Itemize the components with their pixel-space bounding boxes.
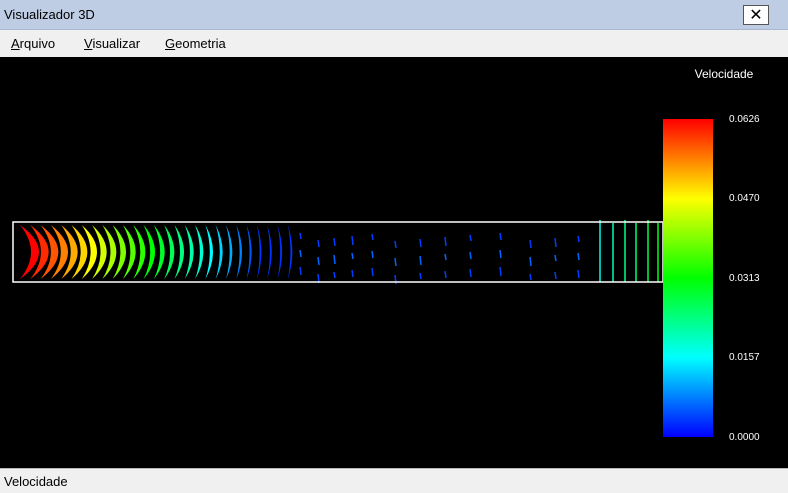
velocity-vector bbox=[267, 225, 272, 279]
velocity-vector bbox=[236, 225, 242, 279]
velocity-vector bbox=[153, 225, 165, 279]
velocity-vector bbox=[215, 225, 223, 279]
3d-viewport[interactable]: Velocidade 0.0626 0.0470 0.0313 0.0157 0… bbox=[0, 57, 788, 468]
close-button[interactable]: ✕ bbox=[743, 5, 769, 25]
velocity-vector bbox=[499, 249, 502, 259]
menu-visualizar[interactable]: Visualizar bbox=[84, 36, 140, 51]
velocity-vector bbox=[246, 225, 252, 279]
velocity-vectors bbox=[20, 220, 659, 285]
velocity-vector bbox=[333, 271, 336, 279]
velocity-vector bbox=[256, 225, 262, 279]
velocity-vector bbox=[333, 254, 336, 265]
velocity-vector bbox=[394, 257, 397, 267]
velocity-vector bbox=[444, 236, 447, 247]
velocity-vector bbox=[195, 225, 204, 279]
velocity-field-canvas: Velocidade 0.0626 0.0470 0.0313 0.0157 0… bbox=[12, 67, 760, 443]
colorbar-tick-label: 0.0000 bbox=[729, 432, 760, 443]
velocity-vector bbox=[499, 266, 502, 277]
status-bar: Velocidade bbox=[0, 468, 788, 493]
velocity-vector bbox=[529, 239, 532, 249]
velocity-vector bbox=[394, 240, 397, 249]
velocity-vector bbox=[317, 256, 320, 266]
colorbar-tick-label: 0.0157 bbox=[729, 352, 760, 363]
velocity-vector bbox=[317, 239, 320, 248]
status-text: Velocidade bbox=[4, 474, 68, 489]
colorbar-tick-label: 0.0626 bbox=[729, 114, 760, 125]
velocity-vector bbox=[554, 254, 557, 262]
velocity-vector bbox=[577, 235, 580, 243]
velocity-vector bbox=[577, 252, 580, 261]
title-bar: Visualizador 3D ✕ bbox=[0, 0, 788, 30]
velocity-vector bbox=[351, 235, 354, 246]
velocity-vector bbox=[184, 225, 194, 279]
velocity-vector bbox=[554, 271, 557, 280]
velocity-vector bbox=[299, 249, 302, 258]
velocity-vector bbox=[277, 225, 283, 279]
velocity-vector bbox=[351, 269, 354, 278]
velocity-vector bbox=[226, 225, 233, 279]
menu-arquivo[interactable]: Arquivo bbox=[11, 36, 55, 51]
velocity-vector bbox=[554, 237, 557, 248]
velocity-vector bbox=[351, 252, 354, 260]
velocity-vector bbox=[299, 266, 302, 276]
colorbar bbox=[663, 119, 713, 437]
velocity-vector bbox=[419, 272, 422, 280]
velocity-vector bbox=[499, 232, 502, 241]
velocity-vector bbox=[419, 255, 422, 266]
velocity-vector bbox=[419, 238, 422, 248]
velocity-vector bbox=[371, 267, 374, 277]
window-title: Visualizador 3D bbox=[4, 7, 95, 22]
velocity-vector bbox=[469, 251, 472, 260]
colorbar-tick-label: 0.0470 bbox=[729, 193, 760, 204]
close-icon: ✕ bbox=[749, 5, 763, 24]
velocity-vector bbox=[469, 268, 472, 278]
velocity-vector bbox=[444, 253, 447, 261]
legend-title: Velocidade bbox=[695, 67, 754, 81]
velocity-vector bbox=[333, 237, 336, 247]
velocity-vector bbox=[205, 225, 213, 279]
velocity-vector bbox=[529, 256, 532, 267]
velocity-vector bbox=[174, 225, 184, 279]
velocity-vector bbox=[444, 270, 447, 279]
velocity-vector bbox=[577, 269, 580, 279]
velocity-vector bbox=[287, 225, 293, 279]
velocity-vector bbox=[371, 250, 374, 259]
velocity-vector bbox=[469, 234, 472, 242]
velocity-vector bbox=[529, 273, 532, 281]
velocity-vector bbox=[164, 225, 175, 279]
velocity-vector bbox=[371, 233, 374, 241]
colorbar-tick-label: 0.0313 bbox=[729, 273, 760, 284]
menu-bar: Arquivo Visualizar Geometria bbox=[0, 30, 788, 57]
velocity-vector bbox=[299, 232, 302, 240]
menu-geometria[interactable]: Geometria bbox=[165, 36, 226, 51]
